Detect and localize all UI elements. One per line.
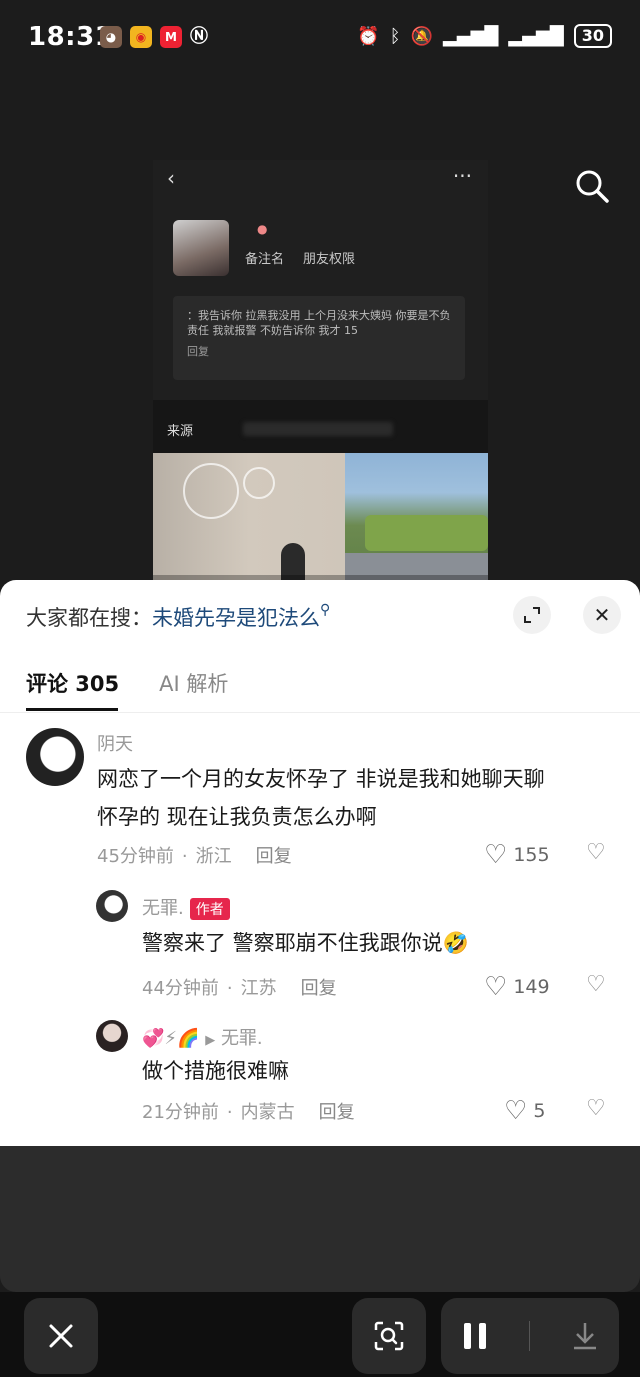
comment-tabs: 评论 305 AI 解析 [26,668,228,698]
scan-search-icon [374,1321,404,1351]
author-badge: 作者 [189,898,230,920]
expand-icon [524,607,540,623]
comment-text-line2: 怀孕的 现在让我负责怎么办啊 [97,805,377,829]
chat-message: ：我告诉你 拉黑我没用 上个月没来大姨妈 你要是不负责任 我就报警 不妨告诉你 … [173,296,465,380]
signal-icon: ▂▄▆█ [508,25,564,47]
game-screenshot [153,453,488,585]
close-icon: ✕ [593,603,611,627]
meituan-icon: M [160,26,182,48]
heart-icon: ♡ [484,972,508,1002]
avatar[interactable] [96,1020,128,1052]
status-bar: 18:31 ◕ ◉ M Ⓝ ⏰ ᛒ 🔕 ▂▄▆█ ▂▄▆█ 30 [0,0,640,78]
nfc-icon: Ⓝ [190,26,208,47]
divider [529,1321,531,1351]
comment-location: 浙江 [195,846,232,867]
person-icon: ● [257,222,268,236]
comment-time: 45分钟前 [97,846,174,867]
like-count: 155 [513,844,550,866]
more-icon: ··· [452,164,472,188]
mute-icon: 🔕 [410,25,433,47]
chat-reply-label: 回复 [187,345,209,358]
heart-icon: ♡ [484,840,508,870]
close-icon [49,1324,73,1348]
reply-to-name: 无罪. [220,1028,263,1049]
download-icon[interactable] [571,1321,599,1351]
heart-icon: ♡ [504,1096,528,1126]
comment-meta: 44分钟前 · 江苏 回复 [142,978,337,999]
note-label: 备注名 [245,252,285,267]
comment-location: 江苏 [240,978,277,999]
reply-button[interactable]: 回复 [301,978,337,999]
like-button[interactable]: ♡ 155 [484,840,550,870]
back-icon: ‹ [167,166,175,190]
avatar-icon: ◕ [100,26,122,48]
chat-screenshot: ‹ ··· ● 备注名 朋友权限 ：我告诉你 拉黑我没用 上个月没来大姨妈 你要… [153,160,488,400]
comment-text: 做个措施很难嘛 [142,1059,289,1083]
source-label: 来源 [167,424,194,439]
signal-icon: ▂▄▆█ [442,25,499,47]
bluetooth-icon: ᛒ [389,25,401,47]
trending-search[interactable]: 大家都在搜：未婚先孕是犯法么⚲ [26,602,330,632]
lower-panel [0,1146,640,1292]
screen: 18:31 ◕ ◉ M Ⓝ ⏰ ᛒ 🔕 ▂▄▆█ ▂▄▆█ 30 ‹ ··· ●… [0,0,640,1377]
like-button[interactable]: ♡ 5 [504,1096,545,1126]
permission-label: 朋友权限 [303,252,356,267]
video-frame[interactable]: ‹ ··· ● 备注名 朋友权限 ：我告诉你 拉黑我没用 上个月没来大姨妈 你要… [153,160,488,585]
comment-author[interactable]: 无罪. 作者 [142,894,230,920]
weibo-icon: ◉ [130,26,152,48]
reply-arrow-icon: ▶ [205,1033,216,1048]
reply-button[interactable]: 回复 [256,846,292,867]
close-button[interactable] [24,1298,98,1374]
comment-author[interactable]: 💞⚡🌈 ▶ 无罪. [142,1024,263,1050]
scan-button[interactable] [352,1298,426,1374]
search-icon: ⚲ [320,602,331,618]
broken-heart-icon[interactable]: ♡ [586,840,606,865]
comment-location: 内蒙古 [240,1102,295,1123]
comment-time: 44分钟前 [142,978,219,999]
comment-text: 警察来了 警察耶崩不住我跟你说🤣 [142,931,469,955]
comment-sheet: 大家都在搜：未婚先孕是犯法么⚲ ✕ 评论 305 AI 解析 阴天 网恋了一个月… [0,580,640,1146]
battery-indicator: 30 [573,24,612,48]
bottom-control-bar [0,1292,640,1377]
avatar [173,220,229,276]
broken-heart-icon[interactable]: ♡ [586,972,606,997]
status-right: ⏰ ᛒ 🔕 ▂▄▆█ ▂▄▆█ 30 [357,24,612,48]
trending-search-query[interactable]: 未婚先孕是犯法么 [152,606,320,630]
like-count: 5 [533,1100,546,1122]
close-sheet-button[interactable]: ✕ [583,596,621,634]
playback-controls [441,1298,619,1374]
reply-button[interactable]: 回复 [319,1102,355,1123]
broken-heart-icon[interactable]: ♡ [586,1096,606,1121]
pause-icon[interactable] [461,1321,489,1351]
divider [0,712,640,713]
comment-time: 21分钟前 [142,1102,219,1123]
chat-message-text: ：我告诉你 拉黑我没用 上个月没来大姨妈 你要是不负责任 我就报警 不妨告诉你 … [187,309,451,337]
source-bar: 来源 [153,400,488,453]
comment-author-name: 无罪. [142,898,184,919]
alarm-icon: ⏰ [357,25,380,47]
comment-author-name: 💞⚡🌈 [142,1028,200,1049]
expand-button[interactable] [513,596,551,634]
avatar[interactable] [26,728,84,786]
tab-comments[interactable]: 评论 305 [26,668,119,698]
comment-text-line1: 网恋了一个月的女友怀孕了 非说是我和她聊天聊 [97,767,545,791]
tab-ai-analysis[interactable]: AI 解析 [159,668,228,698]
comment-author[interactable]: 阴天 [97,730,133,756]
blurred-source [243,422,393,436]
trending-search-prefix: 大家都在搜： [26,606,152,630]
like-count: 149 [513,976,550,998]
comment-meta: 45分钟前 · 浙江 回复 [97,846,292,867]
like-button[interactable]: ♡ 149 [484,972,550,1002]
comment-meta: 21分钟前 · 内蒙古 回复 [142,1102,355,1123]
avatar[interactable] [96,890,128,922]
search-icon[interactable] [574,168,610,204]
tab-underline [26,708,118,711]
